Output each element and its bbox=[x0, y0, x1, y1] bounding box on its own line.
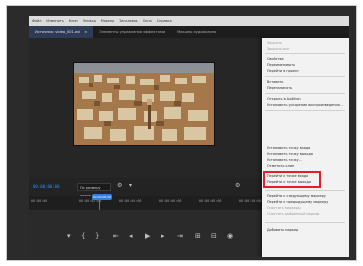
menu-divider bbox=[265, 190, 345, 191]
close-icon[interactable]: ≡ bbox=[84, 30, 87, 34]
screenshot-frame: Файл Изменить Клип Эпизод Маркер Заголов… bbox=[6, 5, 357, 261]
go-to-in-icon[interactable]: ⇤ bbox=[113, 232, 119, 240]
mark-in-icon[interactable]: { bbox=[81, 232, 85, 240]
context-menu: Закрыть Закрыть все Свойства Переименова… bbox=[262, 38, 349, 257]
ruler-tick: 00:00:00 bbox=[31, 199, 48, 203]
menu-help[interactable]: Справка bbox=[157, 19, 172, 23]
ruler-tick: 00:00:04:00 bbox=[119, 199, 142, 203]
mark-out-icon[interactable]: } bbox=[95, 232, 99, 240]
ruler-tick: 00:00:06:00 bbox=[159, 199, 182, 203]
menu-item-mark-in[interactable]: Установить точку входа bbox=[267, 146, 310, 150]
menu-title[interactable]: Заголовок bbox=[119, 19, 137, 23]
city-aerial-image bbox=[74, 63, 214, 145]
marker-icon[interactable]: ▾ bbox=[67, 232, 71, 240]
menu-edit[interactable]: Изменить bbox=[46, 19, 63, 23]
go-to-out-icon[interactable]: ⇥ bbox=[177, 232, 183, 240]
menu-sequence[interactable]: Эпизод bbox=[83, 19, 96, 23]
menubar: Файл Изменить Клип Эпизод Маркер Заголов… bbox=[29, 16, 349, 26]
overwrite-icon[interactable]: ⊟ bbox=[211, 232, 217, 240]
menu-item-close-all[interactable]: Закрыть все bbox=[267, 47, 289, 51]
menu-item-mark-clip[interactable]: Отметить клип bbox=[267, 164, 294, 168]
menu-item-clear-selected-marker[interactable]: Очистить выбранный маркер bbox=[267, 212, 319, 216]
highlight-box bbox=[263, 171, 321, 188]
tab-effect-controls[interactable]: Элементы управления эффектами bbox=[93, 26, 171, 38]
wrench-settings-icon[interactable]: ⚙ bbox=[235, 182, 240, 189]
menu-divider bbox=[265, 76, 345, 77]
menu-window[interactable]: Окно bbox=[143, 19, 152, 23]
menu-item-playback-speed[interactable]: Установить ускорение воспроизведения... bbox=[267, 103, 343, 107]
panel-tabs: Источник: video_001.avi ≡ Элементы управл… bbox=[29, 26, 349, 38]
menu-clip[interactable]: Клип bbox=[69, 19, 78, 23]
menu-item-close[interactable]: Закрыть bbox=[267, 41, 282, 45]
premiere-window: Файл Изменить Клип Эпизод Маркер Заголов… bbox=[29, 16, 349, 257]
insert-icon[interactable]: ⊞ bbox=[195, 232, 201, 240]
menu-item-properties[interactable]: Свойства bbox=[267, 57, 284, 61]
menu-divider bbox=[265, 110, 345, 111]
playhead-label[interactable]: 00:00:00:00 bbox=[92, 194, 112, 200]
menu-item-overwrite[interactable]: Перезаписать bbox=[267, 86, 292, 90]
menu-item-mark-out[interactable]: Установить точку выхода bbox=[267, 152, 313, 156]
menu-item-rename[interactable]: Переименовать bbox=[267, 63, 295, 67]
step-forward-icon[interactable]: ▸ bbox=[161, 232, 165, 240]
step-back-icon[interactable]: ◂ bbox=[129, 232, 133, 240]
menu-divider bbox=[265, 93, 345, 94]
timecode-current[interactable]: 00:00:00:00 bbox=[33, 184, 60, 189]
menu-item-reveal-in-project[interactable]: Перейти в проект bbox=[267, 69, 299, 73]
menu-item-open-in-audition[interactable]: Открыть в Audition bbox=[267, 97, 301, 101]
tab-source[interactable]: Источник: video_001.avi ≡ bbox=[29, 26, 94, 38]
ruler-tick: 00:00:10:00 bbox=[239, 199, 262, 203]
tab-audio-mixer[interactable]: Микшер аудиоклипа bbox=[171, 26, 222, 38]
wrench-icon[interactable]: ⚙ bbox=[117, 182, 122, 189]
menu-item-insert[interactable]: Вставить bbox=[267, 80, 283, 84]
chevron-down-icon[interactable]: ▾ bbox=[129, 182, 132, 189]
export-frame-icon[interactable]: ◉ bbox=[227, 232, 233, 240]
menu-item-prev-marker[interactable]: Перейти к предыдущему маркеру bbox=[267, 200, 328, 204]
menu-item-add-marker[interactable]: Добавить маркер bbox=[267, 228, 298, 232]
ruler-tick: 00:00:08:00 bbox=[199, 199, 222, 203]
menu-item-clear-markers[interactable]: Очистить маркеры bbox=[267, 206, 301, 210]
fit-select[interactable]: По размеру кадра bbox=[77, 183, 111, 198]
video-frame-image bbox=[73, 62, 215, 146]
menu-marker[interactable]: Маркер bbox=[101, 19, 114, 23]
menu-divider bbox=[265, 53, 345, 54]
play-icon[interactable]: ▶ bbox=[145, 232, 150, 240]
menu-item-next-marker[interactable]: Перейти к следующему маркеру bbox=[267, 194, 326, 198]
menu-divider bbox=[265, 222, 345, 223]
menu-file[interactable]: Файл bbox=[32, 19, 41, 23]
menu-item-mark-point[interactable]: Установить точку... bbox=[267, 158, 302, 162]
